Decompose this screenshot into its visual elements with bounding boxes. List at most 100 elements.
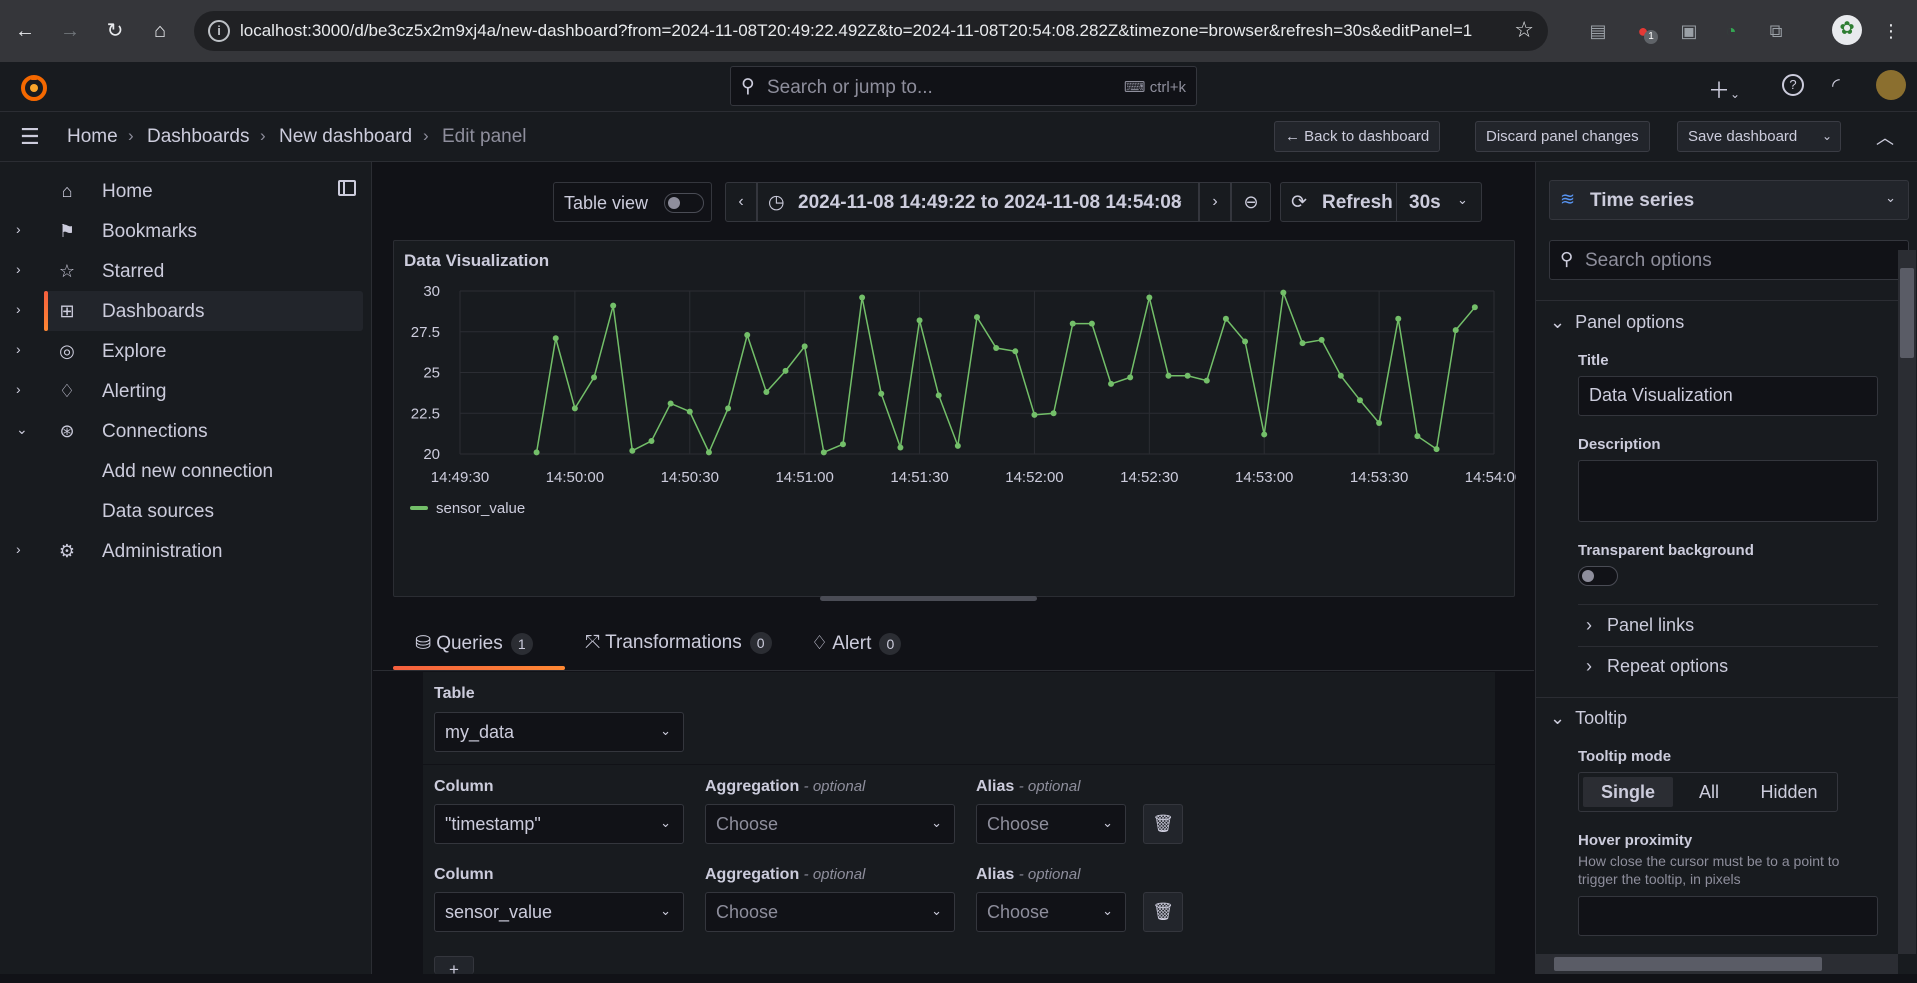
options-scrollbar[interactable] bbox=[1898, 250, 1916, 954]
tooltip-mode-all[interactable]: All bbox=[1679, 777, 1739, 807]
tooltip-mode-hidden[interactable]: Hidden bbox=[1744, 777, 1834, 807]
sync-icon[interactable]: ◔ bbox=[1718, 18, 1744, 44]
table-view-toggle[interactable]: Table view bbox=[553, 182, 712, 222]
add-column-button[interactable]: + bbox=[434, 956, 474, 979]
back-arrow-icon[interactable]: ← bbox=[10, 16, 40, 46]
url-text[interactable]: localhost:3000/d/be3cz5x2m9xj4a/new-dash… bbox=[240, 21, 1472, 41]
chevron-right-icon[interactable]: › bbox=[16, 221, 21, 237]
scrollbar-thumb[interactable] bbox=[1900, 268, 1914, 358]
chevron-down-icon[interactable]: ⌄ bbox=[1822, 122, 1832, 151]
search-options-input[interactable]: ⚲ Search options bbox=[1549, 240, 1909, 280]
time-series-chart[interactable]: 20 22.5 25 27.5 30 14:49:30 14:50:00 14:50:30 14… bbox=[394, 281, 1516, 581]
sidebar-item-connections[interactable]: ⌄ ⊛ Connections bbox=[0, 411, 363, 451]
table-view-switch[interactable] bbox=[664, 193, 704, 213]
discard-panel-changes-button[interactable]: Discard panel changes bbox=[1475, 121, 1650, 152]
panel-preview[interactable]: Data Visualization 20 22.5 25 27.5 30 14:49:3… bbox=[393, 240, 1516, 597]
breadcrumb-home[interactable]: Home bbox=[67, 126, 118, 148]
sidebar-item-home[interactable]: ⌂ Home bbox=[0, 171, 363, 211]
time-forward-icon[interactable]: › bbox=[1199, 182, 1231, 222]
table-select[interactable]: my_data ⌄ bbox=[434, 712, 684, 752]
collapse-chevron-up-icon[interactable]: ︿ bbox=[1876, 124, 1894, 150]
divider bbox=[1536, 697, 1898, 698]
search-input[interactable]: ⚲ Search or jump to... ⌨ ctrl+k bbox=[730, 66, 1197, 106]
aggregation-select[interactable]: Choose ⌄ bbox=[705, 804, 955, 844]
chevron-down-icon: ⌄ bbox=[1173, 192, 1184, 207]
sidebar-item-data-sources[interactable]: Data sources bbox=[0, 491, 363, 531]
sidebar-item-dashboards[interactable]: › ⊞ Dashboards bbox=[0, 291, 363, 331]
menu-kebab-icon[interactable]: ⋮ bbox=[1878, 18, 1904, 44]
trash-icon[interactable]: 🗑 bbox=[1143, 804, 1183, 844]
chevron-down-icon[interactable]: ⌄ bbox=[16, 421, 28, 438]
address-bar[interactable]: i localhost:3000/d/be3cz5x2m9xj4a/new-da… bbox=[194, 11, 1548, 51]
visualization-picker[interactable]: ≋ Time series ⌄ bbox=[1549, 180, 1909, 220]
reload-icon[interactable]: ↻ bbox=[100, 16, 130, 46]
repeat-options-header[interactable]: › Repeat options bbox=[1586, 656, 1728, 677]
alias-select[interactable]: Choose ⌄ bbox=[976, 892, 1126, 932]
tab-queries[interactable]: ⛁ Queries 1 bbox=[415, 632, 533, 655]
grafana-logo-icon[interactable] bbox=[18, 72, 50, 104]
time-back-icon[interactable]: ‹ bbox=[725, 182, 757, 222]
transparent-background-toggle[interactable] bbox=[1578, 566, 1618, 586]
extensions-puzzle-icon[interactable]: ⧉ bbox=[1763, 18, 1789, 44]
title-input[interactable]: Data Visualization bbox=[1578, 376, 1878, 416]
zoom-out-icon[interactable]: ⊖ bbox=[1231, 182, 1271, 222]
chevron-right-icon[interactable]: › bbox=[16, 541, 21, 557]
hover-proximity-input[interactable] bbox=[1578, 896, 1878, 936]
chevron-right-icon[interactable]: › bbox=[16, 261, 21, 277]
aggregation-select[interactable]: Choose ⌄ bbox=[705, 892, 955, 932]
save-dashboard-button[interactable]: Save dashboard ⌄ bbox=[1677, 121, 1841, 152]
robot-icon[interactable]: ▣ bbox=[1676, 18, 1702, 44]
chevron-right-icon[interactable]: › bbox=[16, 341, 21, 357]
trash-icon[interactable]: 🗑 bbox=[1143, 892, 1183, 932]
refresh-interval-select[interactable]: 30s ⌄ bbox=[1396, 183, 1483, 221]
home-icon[interactable]: ⌂ bbox=[145, 16, 175, 46]
panel-resize-handle[interactable] bbox=[820, 596, 1037, 601]
profile-avatar[interactable]: ✿ bbox=[1832, 15, 1862, 45]
help-icon[interactable]: ? bbox=[1782, 74, 1804, 96]
tooltip-label: Tooltip bbox=[1575, 708, 1628, 728]
sidebar-item-administration[interactable]: › ⚙ Administration bbox=[0, 531, 363, 571]
breadcrumb-new-dashboard[interactable]: New dashboard bbox=[279, 126, 412, 148]
time-range-picker[interactable]: ◷ 2024-11-08 14:49:22 to 2024-11-08 14:5… bbox=[757, 182, 1199, 222]
data-point bbox=[763, 389, 770, 396]
panel-options-header[interactable]: ⌄ Panel options bbox=[1550, 312, 1684, 333]
tab-transformations[interactable]: ⤧ Transformations 0 bbox=[585, 632, 772, 654]
data-point bbox=[725, 405, 732, 412]
news-rss-icon[interactable]: ◜ bbox=[1832, 73, 1840, 98]
column-select[interactable]: sensor_value ⌄ bbox=[434, 892, 684, 932]
x-tick-label: 14:53:30 bbox=[1350, 469, 1408, 486]
data-point bbox=[839, 441, 846, 448]
forward-arrow-icon[interactable]: → bbox=[55, 16, 85, 46]
data-point bbox=[1376, 420, 1383, 427]
add-new-icon[interactable]: ＋⌄ bbox=[1708, 73, 1740, 105]
scrollbar-thumb[interactable] bbox=[1554, 957, 1822, 971]
site-info-icon[interactable]: i bbox=[208, 20, 230, 42]
tooltip-mode-single[interactable]: Single bbox=[1583, 777, 1673, 807]
tooltip-header[interactable]: ⌄ Tooltip bbox=[1550, 708, 1627, 729]
document-icon[interactable]: ▤ bbox=[1585, 18, 1611, 44]
panel-links-header[interactable]: › Panel links bbox=[1586, 615, 1694, 636]
bookmark-star-icon[interactable]: ☆ bbox=[1514, 17, 1534, 43]
back-to-dashboard-button[interactable]: ← Back to dashboard bbox=[1274, 121, 1441, 152]
user-avatar[interactable] bbox=[1876, 70, 1906, 100]
time-range-text: 2024-11-08 14:49:22 to 2024-11-08 14:54:… bbox=[798, 192, 1182, 213]
refresh-button[interactable]: ⟳ Refresh bbox=[1281, 183, 1395, 221]
chevron-right-icon[interactable]: › bbox=[16, 381, 21, 397]
horizontal-scrollbar[interactable] bbox=[1536, 954, 1898, 974]
sidebar-item-alerting[interactable]: › ♢ Alerting bbox=[0, 371, 363, 411]
sidebar-item-explore[interactable]: › ◎ Explore bbox=[0, 331, 363, 371]
sidebar-item-starred[interactable]: › ☆ Starred bbox=[0, 251, 363, 291]
menu-hamburger-icon[interactable]: ☰ bbox=[20, 124, 40, 150]
column-select[interactable]: "timestamp" ⌄ bbox=[434, 804, 684, 844]
data-point bbox=[667, 400, 674, 407]
refresh-label: Refresh bbox=[1322, 192, 1393, 213]
sidebar-item-label: Explore bbox=[102, 341, 167, 362]
chevron-right-icon[interactable]: › bbox=[16, 301, 21, 317]
description-textarea[interactable] bbox=[1578, 460, 1878, 522]
breadcrumb-dashboards[interactable]: Dashboards bbox=[147, 126, 249, 148]
tab-alert[interactable]: ♢ Alert 0 bbox=[811, 632, 902, 655]
sidebar-item-bookmarks[interactable]: › ⚑ Bookmarks bbox=[0, 211, 363, 251]
sidebar-item-add-new-connection[interactable]: Add new connection bbox=[0, 451, 363, 491]
alias-select[interactable]: Choose ⌄ bbox=[976, 804, 1126, 844]
extension-badge-icon[interactable]: ● 1 bbox=[1630, 18, 1658, 44]
